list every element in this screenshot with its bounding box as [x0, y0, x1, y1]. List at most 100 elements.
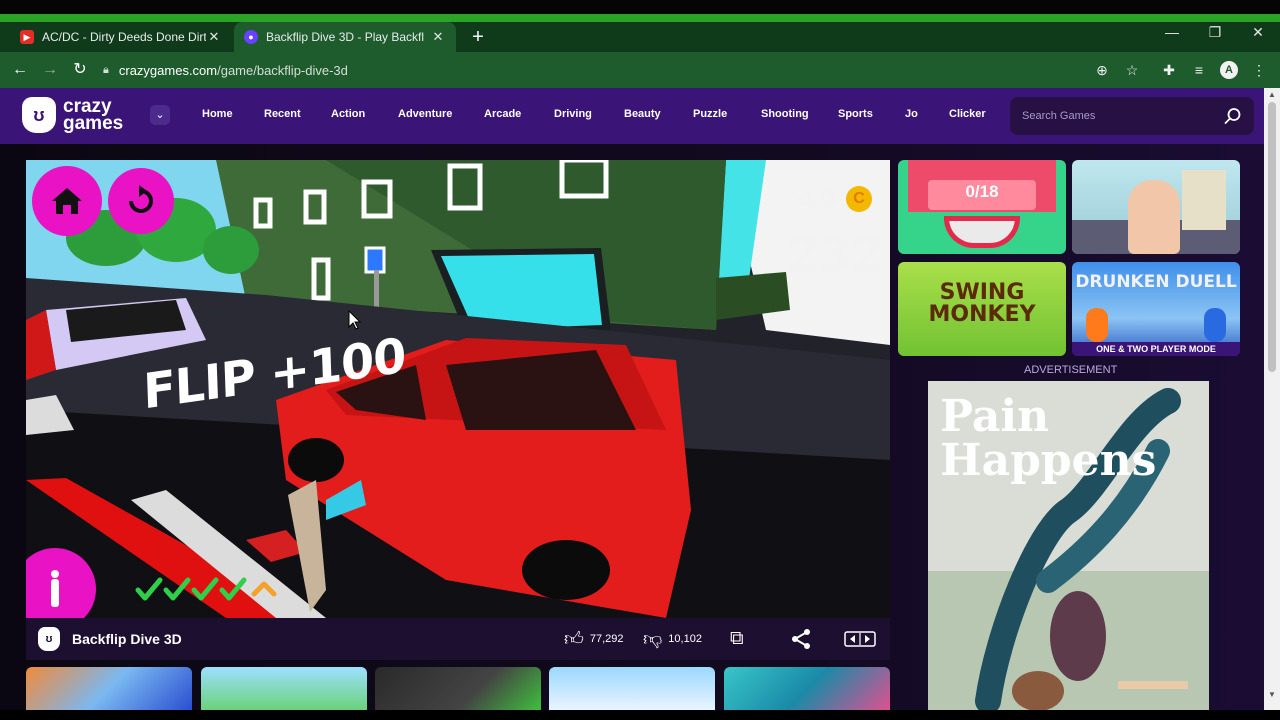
chevron-down-icon[interactable]: ⌄ [150, 105, 170, 125]
home-icon [52, 188, 82, 214]
site-header: ʊ crazy games ⌄ Home Recent Action Adven… [0, 88, 1264, 144]
new-tab-button[interactable]: + [468, 26, 488, 49]
forward-arrow-icon[interactable]: → [40, 60, 60, 80]
theater-mode-icon [844, 631, 876, 647]
scroll-up-icon[interactable]: ▲ [1267, 90, 1277, 99]
youtube-icon: ▶ [20, 30, 34, 44]
home-button[interactable] [32, 166, 102, 236]
nav-recent[interactable]: Recent [264, 108, 301, 120]
game-title: Backflip Dive 3D [72, 631, 182, 647]
advertisement[interactable]: Pain Happens [928, 381, 1209, 710]
related-game-thumbnail[interactable] [375, 667, 541, 710]
tab-bar: ▶ AC/DC - Dirty Deeds Done Dirt C ✕ ● Ba… [0, 22, 1280, 52]
mouse-cursor [348, 310, 362, 330]
coin-count: 44 [796, 182, 838, 217]
screen: ▶ AC/DC - Dirty Deeds Done Dirt C ✕ ● Ba… [0, 0, 1280, 720]
tile-label: DRUNKEN DUELL [1075, 272, 1237, 292]
nav-sports[interactable]: Sports [838, 108, 873, 120]
like-button[interactable]: 👍︎ 77,292 [564, 628, 624, 650]
bottom-strip [0, 710, 1280, 720]
thumbs-down-icon: 👎︎ [643, 628, 663, 650]
game-canvas[interactable]: 44 C 232 FLIP +100 [26, 160, 890, 618]
thumbs-up-icon: 👍︎ [564, 628, 584, 650]
related-game-thumbnail[interactable] [201, 667, 367, 710]
tile-art [1086, 308, 1108, 342]
nav-adventure[interactable]: Adventure [398, 108, 452, 120]
nav-shooting[interactable]: Shooting [761, 108, 809, 120]
restore-icon[interactable]: ❐ [1200, 24, 1230, 41]
url-host: crazygames.com [118, 62, 218, 78]
progress-checks [135, 577, 277, 601]
tab-acdc[interactable]: ▶ AC/DC - Dirty Deeds Done Dirt C ✕ [10, 22, 232, 52]
sidebar-game-tile[interactable]: SWING MONKEY [898, 262, 1066, 356]
top-strip [0, 0, 1280, 14]
nav-puzzle[interactable]: Puzzle [693, 108, 727, 120]
embed-button[interactable]: ⧉ [730, 628, 750, 650]
address-bar: ← → ↻ 🔒︎ crazygames.com /game/backflip-d… [0, 52, 1280, 88]
nav-arcade[interactable]: Arcade [484, 108, 521, 120]
search-input[interactable] [1022, 97, 1212, 135]
embed-icon: ⧉ [730, 628, 744, 649]
crazygames-small-logo: ʊ [38, 627, 60, 651]
close-icon[interactable]: ✕ [206, 29, 222, 45]
share-icon [792, 629, 810, 649]
back-arrow-icon[interactable]: ← [10, 60, 30, 80]
dislike-button[interactable]: 👎︎ 10,102 [643, 628, 702, 650]
logo-icon: ʊ [22, 97, 56, 133]
tile-art [1204, 308, 1226, 342]
tile-art [1128, 180, 1180, 254]
tile-subtitle: ONE & TWO PLAYER MODE [1072, 342, 1240, 356]
advertisement-label: ADVERTISEMENT [1024, 364, 1118, 376]
tile-label: SWING MONKEY [928, 280, 1036, 327]
menu-dots-icon[interactable]: ⋮ [1250, 61, 1268, 79]
scroll-thumb[interactable] [1268, 102, 1276, 372]
page-scrollbar[interactable]: ▲ ▼ [1264, 88, 1280, 710]
share-button[interactable] [790, 628, 812, 650]
reload-icon[interactable]: ↻ [70, 60, 90, 80]
media-icon[interactable]: ≡ [1190, 61, 1208, 79]
related-game-thumbnail[interactable] [26, 667, 192, 710]
tile-label: 0/18 [965, 182, 999, 201]
close-icon[interactable]: ✕ [430, 29, 446, 45]
theater-mode-button[interactable] [844, 628, 876, 650]
related-game-thumbnail[interactable] [724, 667, 890, 710]
search-icon[interactable] [1224, 107, 1242, 125]
crazygames-icon: ● [244, 30, 258, 44]
tab-backflip[interactable]: ● Backflip Dive 3D - Play Backfl ✕ [234, 22, 456, 52]
dislike-count: 10,102 [668, 633, 702, 645]
tab-title: Backflip Dive 3D - Play Backfl [266, 30, 425, 44]
tab-title: AC/DC - Dirty Deeds Done Dirt C [42, 30, 206, 44]
nav-action[interactable]: Action [331, 108, 365, 120]
nav-driving[interactable]: Driving [554, 108, 592, 120]
bookmark-star-icon[interactable]: ☆ [1123, 61, 1141, 79]
extensions-icon[interactable]: ✚ [1160, 61, 1178, 79]
game-info-bar: ʊ Backflip Dive 3D 👍︎ 77,292 👎︎ 10,102 ⧉ [26, 618, 890, 660]
lock-icon: 🔒︎ [103, 63, 109, 76]
tile-art [1182, 170, 1226, 230]
sidebar-game-tile[interactable] [1072, 160, 1240, 254]
ad-headline-line: Pain [940, 391, 1050, 442]
url-field[interactable]: 🔒︎ crazygames.com /game/backflip-dive-3d [103, 57, 1143, 83]
scroll-down-icon[interactable]: ▼ [1267, 690, 1277, 699]
nav-jo[interactable]: Jo [905, 108, 918, 120]
nav-home[interactable]: Home [202, 108, 233, 120]
person-icon [51, 570, 59, 607]
profile-avatar[interactable]: A [1220, 61, 1238, 79]
close-window-icon[interactable]: ✕ [1243, 24, 1273, 41]
score: 232 [788, 228, 885, 282]
coin-icon: C [846, 186, 872, 212]
install-icon[interactable]: ⊕ [1093, 61, 1111, 79]
sidebar-game-tile[interactable]: 0/18 [898, 160, 1066, 254]
restart-button[interactable] [108, 168, 174, 234]
minimize-icon[interactable]: — [1157, 24, 1187, 40]
related-game-thumbnail[interactable] [549, 667, 715, 710]
nav-beauty[interactable]: Beauty [624, 108, 661, 120]
logo-text: crazy games [63, 96, 124, 134]
sidebar-game-tile[interactable]: DRUNKEN DUELL ONE & TWO PLAYER MODE [1072, 262, 1240, 356]
ad-headline: Pain Happens [940, 395, 1156, 483]
search-box[interactable] [1010, 97, 1254, 135]
url-path: /game/backflip-dive-3d [217, 62, 348, 78]
ad-headline-line: Happens [940, 435, 1157, 486]
nav-clicker[interactable]: Clicker [949, 108, 986, 120]
crazygames-logo[interactable]: ʊ crazy games [22, 97, 137, 133]
